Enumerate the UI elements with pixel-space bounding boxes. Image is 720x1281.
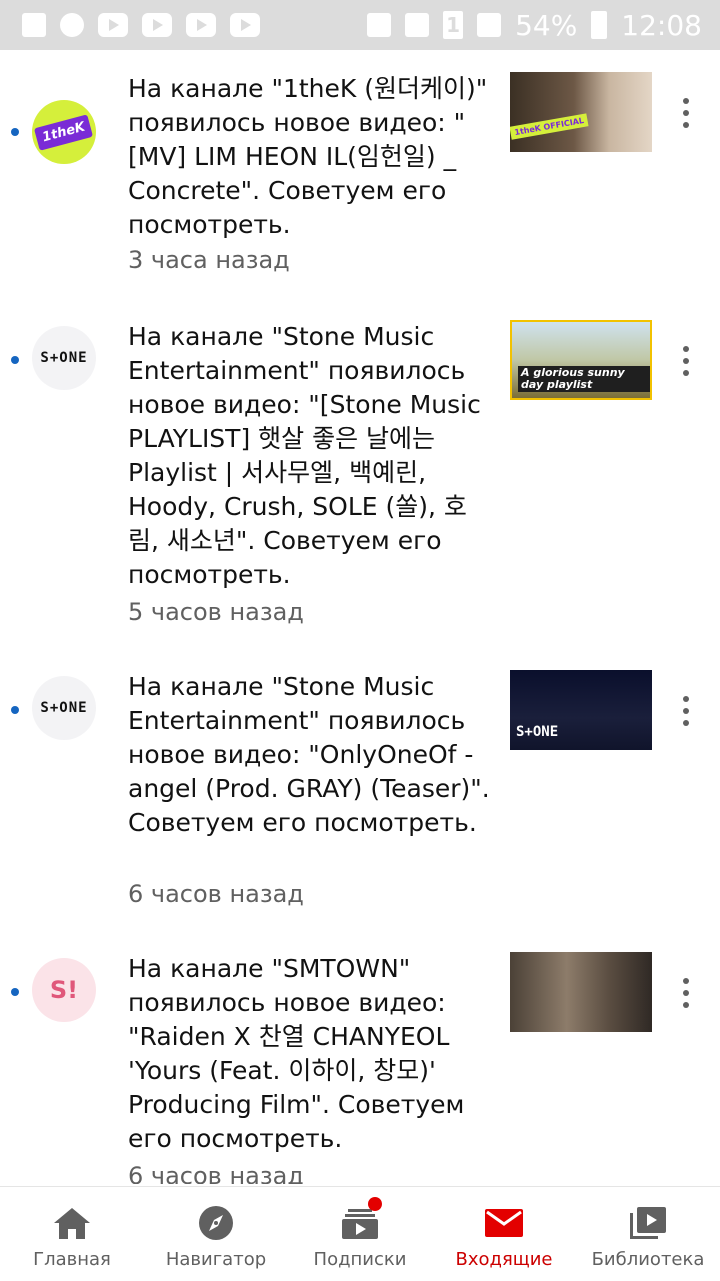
thumbnail-badge: 1theK OFFICIAL bbox=[510, 113, 589, 140]
nav-label: Входящие bbox=[455, 1249, 553, 1270]
more-options-icon[interactable] bbox=[682, 98, 690, 128]
home-icon bbox=[54, 1208, 90, 1239]
nav-subscriptions[interactable]: Подписки bbox=[288, 1187, 432, 1281]
nav-home[interactable]: Главная bbox=[0, 1187, 144, 1281]
avatar-logo: S+ONE bbox=[40, 350, 88, 366]
nav-label: Главная bbox=[33, 1249, 111, 1270]
unread-dot bbox=[11, 128, 19, 136]
notification-item[interactable]: 1theK На канале "1theK (원더케이)" появилось… bbox=[0, 72, 720, 310]
thumbnail-caption: A glorious sunny day playlist bbox=[518, 366, 650, 392]
more-options-icon[interactable] bbox=[682, 978, 690, 1008]
avatar-logo: 1theK bbox=[34, 113, 94, 151]
bottom-navigation: Главная Навигатор Подписки Входящие Библ… bbox=[0, 1186, 720, 1281]
unread-dot bbox=[11, 988, 19, 996]
notification-text: На канале "SMTOWN" появилось новое видео… bbox=[128, 954, 465, 1153]
library-icon bbox=[630, 1207, 666, 1239]
notification-badge bbox=[368, 1197, 382, 1211]
notification-text: На канале "Stone Music Entertainment" по… bbox=[128, 322, 481, 589]
youtube-icon bbox=[186, 13, 216, 37]
sim-icon: 1 bbox=[443, 11, 464, 39]
notification-time: 6 часов назад bbox=[128, 1162, 304, 1184]
notification-time: 3 часа назад bbox=[128, 246, 290, 274]
video-thumbnail[interactable]: 1theK OFFICIAL bbox=[510, 72, 652, 152]
notification-item[interactable]: S+ONE На канале "Stone Music Entertainme… bbox=[0, 320, 720, 630]
youtube-icon bbox=[142, 13, 172, 37]
avatar-logo: S! bbox=[49, 976, 79, 1004]
video-thumbnail[interactable]: A glorious sunny day playlist bbox=[510, 320, 652, 400]
notification-time: 6 часов назад bbox=[128, 880, 304, 908]
nav-label: Подписки bbox=[313, 1249, 407, 1270]
youtube-icon bbox=[230, 13, 260, 37]
photo-icon bbox=[22, 13, 46, 37]
more-options-icon[interactable] bbox=[682, 346, 690, 376]
notification-text: На канале "1theK (원더케이)" появилось новое… bbox=[128, 74, 488, 239]
channel-avatar[interactable]: S! bbox=[32, 958, 96, 1022]
mute-icon bbox=[367, 13, 392, 37]
explore-icon bbox=[199, 1206, 233, 1240]
status-bar: 1 54% 12:08 bbox=[0, 0, 720, 50]
gear-icon bbox=[60, 13, 84, 37]
wifi-icon bbox=[405, 13, 430, 37]
notification-time: 5 часов назад bbox=[128, 598, 304, 626]
nav-explore[interactable]: Навигатор bbox=[144, 1187, 288, 1281]
notification-list[interactable]: 1theK На канале "1theK (원더케이)" появилось… bbox=[0, 50, 720, 1184]
nav-library[interactable]: Библиотека bbox=[576, 1187, 720, 1281]
channel-avatar[interactable]: S+ONE bbox=[32, 676, 96, 740]
more-options-icon[interactable] bbox=[682, 696, 690, 726]
youtube-icon bbox=[98, 13, 128, 37]
channel-avatar[interactable]: S+ONE bbox=[32, 326, 96, 390]
battery-percent: 54% bbox=[515, 8, 578, 42]
avatar-logo: S+ONE bbox=[40, 700, 88, 716]
video-thumbnail[interactable]: S+ONE bbox=[510, 670, 652, 750]
notification-text: На канале "Stone Music Entertainment" по… bbox=[128, 672, 490, 837]
nav-label: Навигатор bbox=[165, 1249, 267, 1270]
signal-icon bbox=[477, 13, 502, 37]
nav-label: Библиотека bbox=[591, 1249, 705, 1270]
notification-item[interactable]: S+ONE На канале "Stone Music Entertainme… bbox=[0, 670, 720, 910]
inbox-icon bbox=[485, 1209, 523, 1237]
thumbnail-caption: S+ONE bbox=[516, 724, 559, 740]
clock: 12:08 bbox=[621, 8, 702, 42]
battery-icon bbox=[591, 11, 608, 39]
notification-item[interactable]: S! На канале "SMTOWN" появилось новое ви… bbox=[0, 952, 720, 1184]
unread-dot bbox=[11, 356, 19, 364]
nav-inbox[interactable]: Входящие bbox=[432, 1187, 576, 1281]
unread-dot bbox=[11, 706, 19, 714]
channel-avatar[interactable]: 1theK bbox=[32, 100, 96, 164]
video-thumbnail[interactable] bbox=[510, 952, 652, 1032]
